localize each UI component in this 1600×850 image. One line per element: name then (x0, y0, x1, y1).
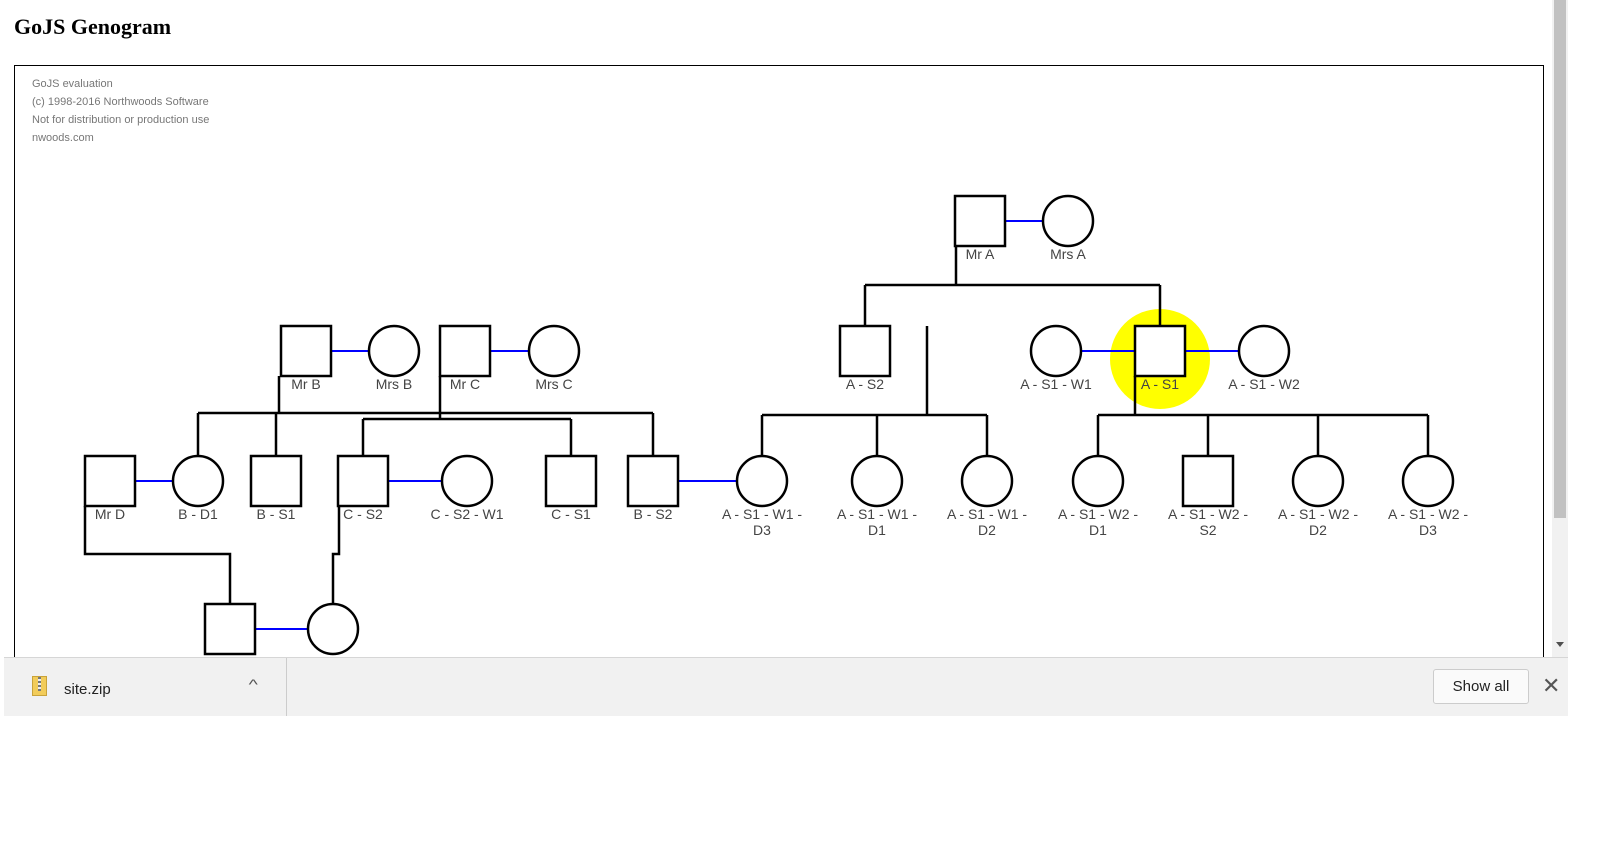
female-node-20 (1071, 454, 1125, 508)
male-node-6 (838, 324, 892, 378)
person-label: A - S1 - W1 -D3 (722, 506, 802, 538)
download-file-name[interactable]: site.zip (64, 681, 111, 698)
vertical-scrollbar[interactable] (1552, 0, 1568, 657)
male-node-12 (249, 454, 303, 508)
female-node-19 (960, 454, 1014, 508)
genogram-diagram[interactable]: GoJS evaluation (c) 1998-2016 Northwoods… (14, 65, 1544, 686)
person-label: A - S1 - W2 -D2 (1278, 506, 1358, 538)
parent-child-link (863, 246, 1162, 326)
person-label: C - S1 (551, 506, 591, 522)
person-label: Mr A (966, 246, 995, 262)
genogram-canvas[interactable]: Mr A Mrs A Mr B Mrs B Mr C Mrs C A - S2 A - S1 … (14, 65, 1544, 686)
show-all-button[interactable]: Show all (1433, 669, 1529, 704)
close-icon[interactable]: ✕ (1542, 673, 1560, 699)
person-label: Mr D (95, 506, 125, 522)
person-label: A - S2 (846, 376, 884, 392)
person-label: B - S2 (634, 506, 673, 522)
male-node-10 (83, 454, 137, 508)
female-node-14 (440, 454, 494, 508)
person-label: Mrs C (535, 376, 572, 392)
person-label: C - S2 - W1 (430, 506, 503, 522)
female-node-7 (1029, 324, 1083, 378)
zip-file-icon (32, 676, 47, 696)
male-node-15 (544, 454, 598, 508)
female-node-25 (306, 602, 360, 656)
person-label: B - D1 (178, 506, 218, 522)
male-node-8 (1133, 324, 1187, 378)
female-node-1 (1041, 194, 1095, 248)
download-item[interactable]: site.zip ^ (4, 658, 287, 716)
female-node-11 (171, 454, 225, 508)
person-label: A - S1 (1141, 376, 1179, 392)
female-node-22 (1291, 454, 1345, 508)
male-node-16 (626, 454, 680, 508)
download-bar: site.zip ^ Show all ✕ (4, 657, 1568, 716)
person-label: A - S1 - W2 -D1 (1058, 506, 1138, 538)
person-label: C - S2 (343, 506, 383, 522)
male-node-24 (203, 602, 257, 656)
person-label: A - S1 - W1 -D2 (947, 506, 1027, 538)
person-label: A - S1 - W1 (1020, 376, 1092, 392)
chevron-up-icon[interactable]: ^ (249, 676, 258, 692)
person-label: A - S1 - W2 (1228, 376, 1300, 392)
male-node-0 (953, 194, 1007, 248)
parent-child-link (196, 376, 655, 456)
female-node-23 (1401, 454, 1455, 508)
person-label: Mr B (291, 376, 321, 392)
person-label: A - S1 - W2 -S2 (1168, 506, 1248, 538)
male-node-4 (438, 324, 492, 378)
person-label: Mrs B (376, 376, 413, 392)
person-label: A - S1 - W1 -D1 (837, 506, 917, 538)
female-node-18 (850, 454, 904, 508)
parent-child-link (331, 506, 341, 604)
scroll-down-arrow-icon[interactable] (1556, 642, 1564, 647)
person-label: Mr C (450, 376, 480, 392)
person-label: Mrs A (1050, 246, 1086, 262)
male-node-2 (279, 324, 333, 378)
person-label: A - S1 - W2 -D3 (1388, 506, 1468, 538)
page-title: GoJS Genogram (14, 14, 172, 39)
female-node-3 (367, 324, 421, 378)
male-node-21 (1181, 454, 1235, 508)
female-node-17 (735, 454, 789, 508)
female-node-5 (527, 324, 581, 378)
female-node-9 (1237, 324, 1291, 378)
male-node-13 (336, 454, 390, 508)
scrollbar-thumb[interactable] (1554, 0, 1566, 518)
person-label: B - S1 (257, 506, 296, 522)
